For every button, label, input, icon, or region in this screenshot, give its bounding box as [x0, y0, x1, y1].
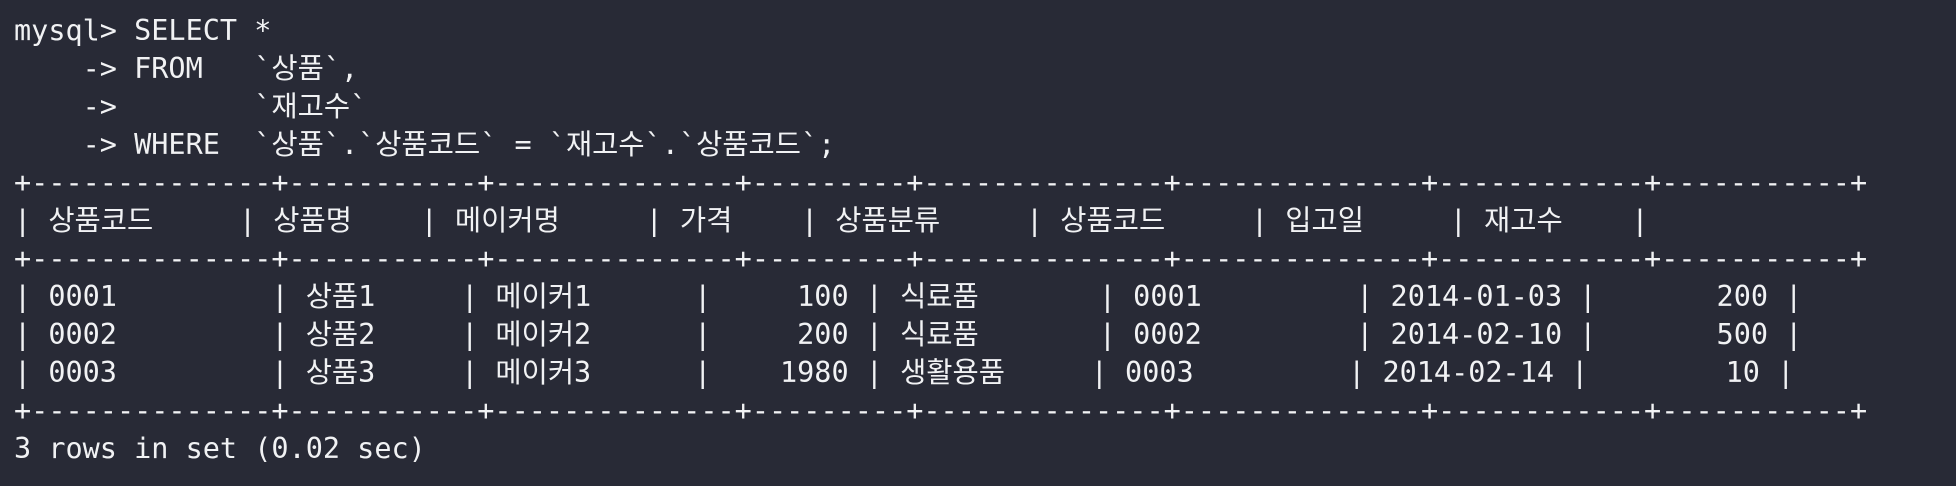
table-row: | 0002 | 상품2 | 메이커2 | 200 | 식료품 | 0002 |… — [14, 318, 1803, 351]
table-border-top: +--------------+-----------+------------… — [14, 166, 1868, 199]
table-border-bottom: +--------------+-----------+------------… — [14, 394, 1868, 427]
prompt-select-line: mysql> SELECT * — [14, 14, 272, 47]
prompt-where-line: -> WHERE `상품`.`상품코드` = `재고수`.`상품코드`; — [14, 128, 836, 161]
result-summary: 3 rows in set (0.02 sec) — [14, 432, 426, 465]
table-row: | 0001 | 상품1 | 메이커1 | 100 | 식료품 | 0001 |… — [14, 280, 1803, 313]
table-row: | 0003 | 상품3 | 메이커3 | 1980 | 생활용품 | 0003… — [14, 356, 1795, 389]
table-header-row: | 상품코드 | 상품명 | 메이커명 | 가격 | 상품분류 | 상품코드 |… — [14, 204, 1649, 237]
prompt-from-continuation-line: -> `재고수` — [14, 90, 368, 123]
terminal-window[interactable]: mysql> SELECT * -> FROM `상품`, -> `재고수` -… — [0, 0, 1956, 486]
prompt-from-line: -> FROM `상품`, — [14, 52, 359, 85]
table-border-header: +--------------+-----------+------------… — [14, 242, 1868, 275]
